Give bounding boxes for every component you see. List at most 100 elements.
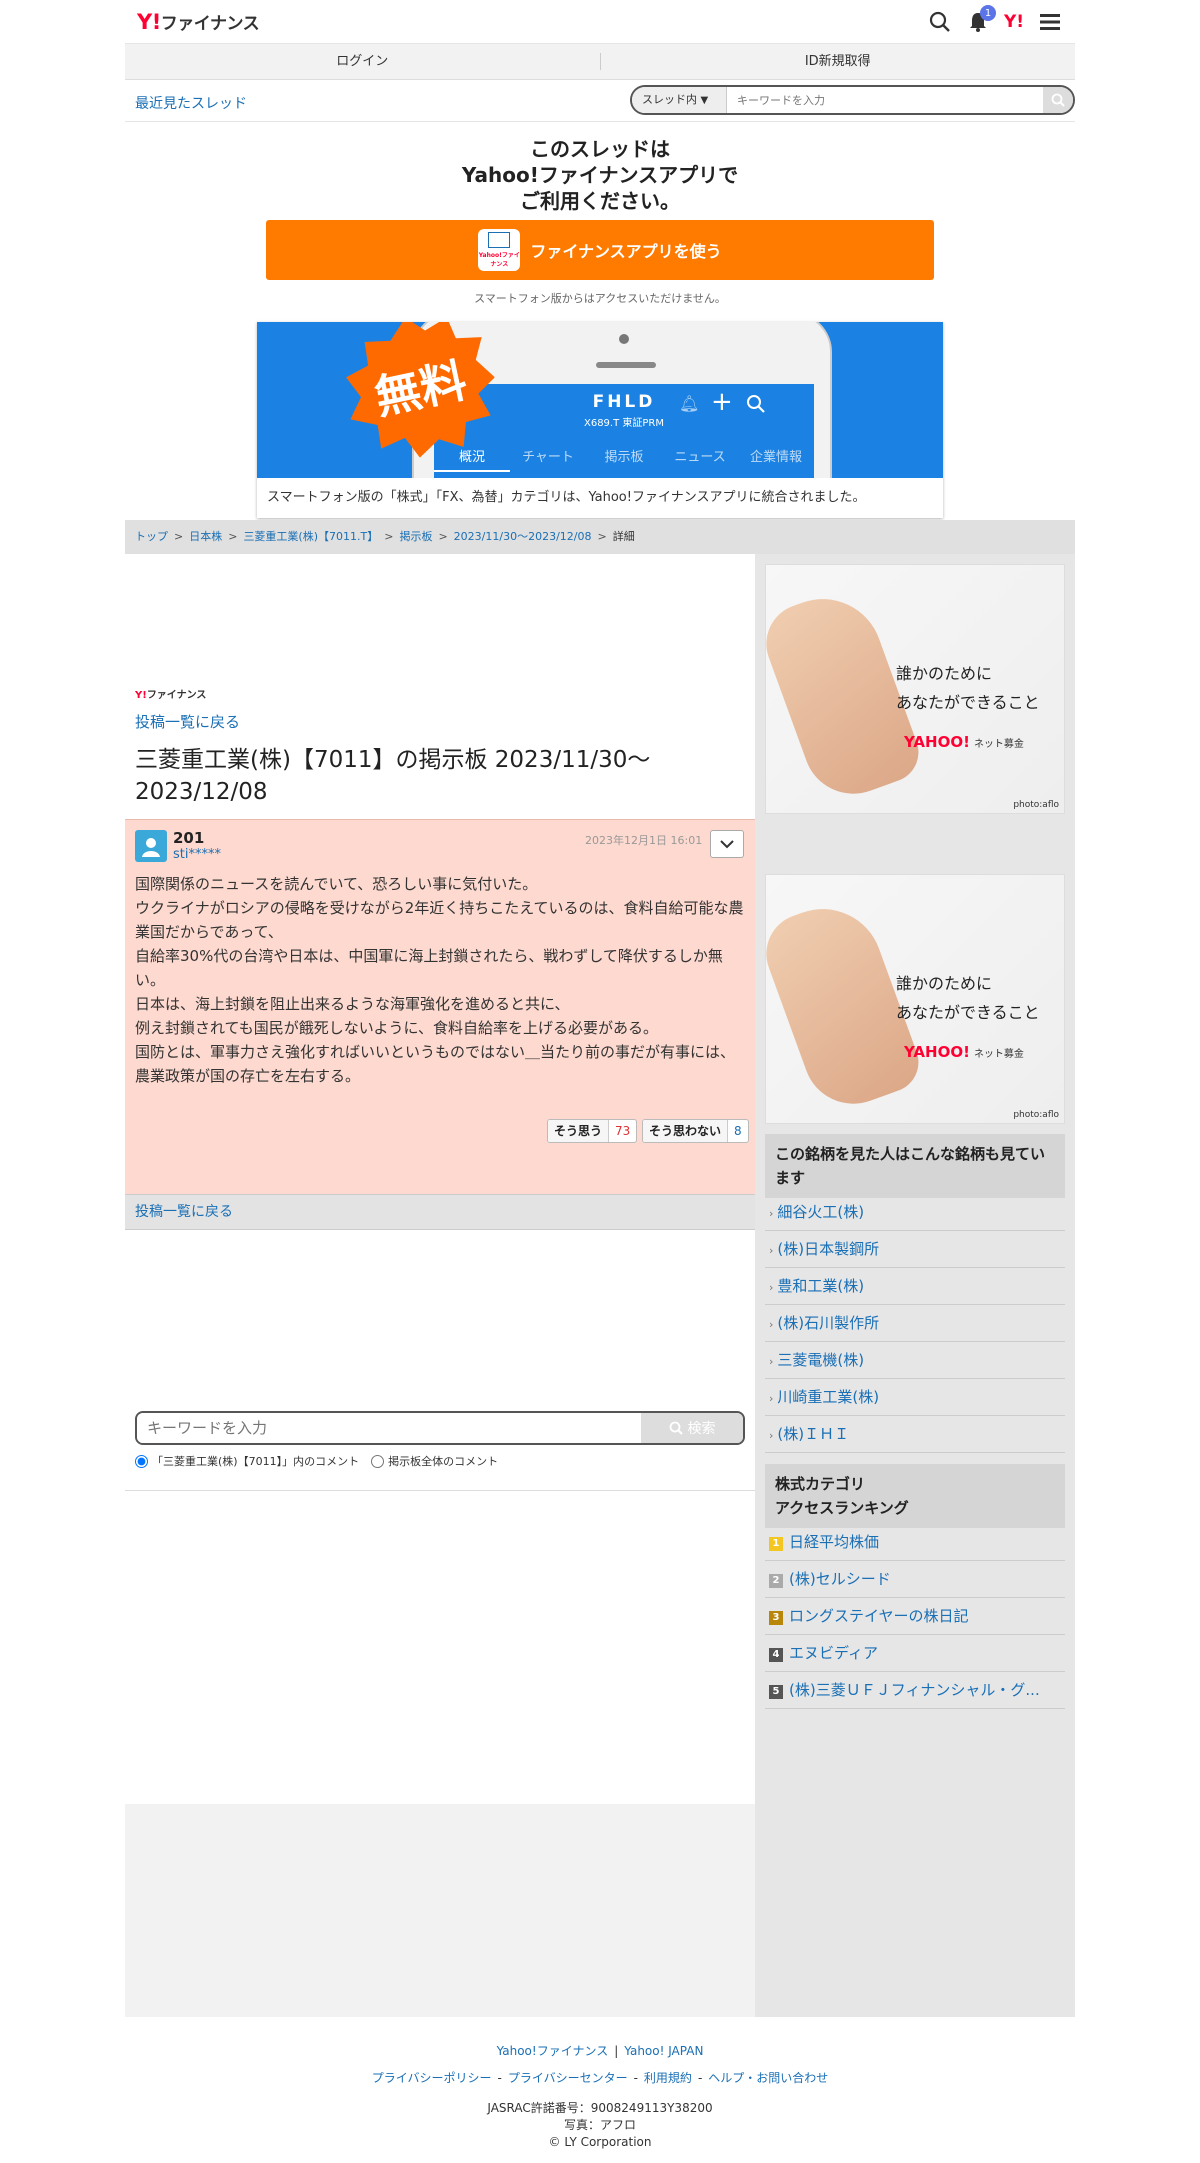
ranking-item[interactable]: 1 日経平均株価 (765, 1524, 1065, 1561)
footer-link[interactable]: ヘルプ・お問い合わせ (708, 2071, 828, 2085)
related-stock-link[interactable]: 三菱電機(株) (777, 1351, 864, 1369)
banner-caption: スマートフォン版の「株式」「FX、為替」カテゴリは、Yahoo!ファイナンスアプ… (257, 478, 943, 518)
rank-badge: 5 (769, 1685, 783, 1699)
bullet-icon: › (769, 1207, 774, 1220)
ranking-item[interactable]: 5 (株)三菱ＵＦＪフィナンシャル・グ... (765, 1672, 1065, 1709)
breadcrumb-item[interactable]: 日本株 (189, 530, 222, 543)
thread-title: 三菱重工業(株)【7011】の掲示板 2023/11/30〜2023/12/08 (135, 747, 651, 805)
related-stock-link[interactable]: (株)ＩＨＩ (777, 1425, 849, 1443)
comment-search-button[interactable]: 検索 (641, 1413, 743, 1443)
ticker-sub: X689.T 東証PRM (583, 418, 664, 429)
list-item[interactable]: › (株)日本製鋼所 (765, 1231, 1065, 1268)
related-stock-link[interactable]: (株)日本製鋼所 (777, 1240, 879, 1258)
logo-text: ファイナンス (146, 690, 207, 701)
open-app-button[interactable]: Yahoo!ファイナンス ファイナンスアプリを使う (266, 220, 934, 280)
scope-option-all[interactable]: 掲示板全体のコメント (371, 1453, 498, 1469)
scope-radio-all[interactable] (371, 1454, 385, 1468)
scope-radio-thread[interactable] (135, 1454, 148, 1468)
yahoo-japan-icon[interactable]: Y! (1001, 9, 1027, 35)
breadcrumb: トップ > 日本株 > 三菱重工業(株)【7011.T】 > 掲示板 >2023/11/30〜… (125, 520, 1075, 554)
search-button[interactable] (1043, 87, 1073, 113)
donation-ad[interactable]: 誰かのために あなたができること YAHOO! ネット募金 photo:aflo (765, 564, 1065, 814)
ranking-link[interactable]: (株)三菱ＵＦＪフィナンシャル・グ... (789, 1681, 1040, 1699)
related-stock-link[interactable]: 細谷火工(株) (777, 1203, 864, 1221)
yahoo-finance-logo[interactable]: Y!ファイナンス (137, 9, 260, 34)
related-stock-link[interactable]: 川崎重工業(株) (777, 1388, 879, 1406)
post-line: 国際関係のニュースを読んでいて、恐ろしい事に気付いた。 (135, 875, 538, 893)
jasrac-notice: JASRAC許諾番号：9008249113Y38200 (487, 2101, 713, 2115)
back-to-list-link[interactable]: 投稿一覧に戻る (135, 711, 240, 732)
ranking-link[interactable]: (株)セルシード (789, 1570, 891, 1588)
ranking-item[interactable]: 4 エヌビディア (765, 1635, 1065, 1672)
ranking-item[interactable]: 3 ロングステイヤーの株日記 (765, 1598, 1065, 1635)
disagree-label: そう思わない (643, 1120, 729, 1142)
footer-link[interactable]: プライバシーポリシー (372, 2071, 492, 2085)
scope-option-thread[interactable]: 「三菱重工業(株)【7011】」内のコメント (135, 1453, 359, 1469)
phone-tab: 企業情報 (749, 450, 802, 465)
ranking-link[interactable]: ロングステイヤーの株日記 (789, 1607, 969, 1625)
recent-threads-link[interactable]: 最近見たスレッド (135, 93, 247, 113)
app-banner[interactable]: FHLD X689.T 東証PRM 🔔︎ + 概況 チャート 掲示板 ニュース … (257, 322, 943, 518)
related-stocks-list: › 細谷火工(株) › (株)日本製鋼所 › 豊和工業(株) › (株)石川製作所 › 三… (765, 1194, 1065, 1453)
footer-link[interactable]: 利用規約 (644, 2071, 692, 2085)
login-link[interactable]: ログイン (125, 44, 600, 79)
agree-button[interactable]: そう思う 73 (547, 1119, 638, 1143)
open-app-label: ファイナンスアプリを使う (530, 242, 722, 261)
donation-ad[interactable]: 誰かのために あなたができること YAHOO! ネット募金 photo:aflo (765, 874, 1065, 1124)
scope-label: 掲示板全体のコメント (388, 1455, 499, 1468)
footer-primary-links: Yahoo!ファイナンス | Yahoo! JAPAN (125, 2042, 1075, 2059)
caret-down-icon: ▼ (700, 95, 709, 106)
list-item[interactable]: › 細谷火工(株) (765, 1194, 1065, 1231)
ranking-link[interactable]: 日経平均株価 (789, 1533, 879, 1551)
list-item[interactable]: › 豊和工業(株) (765, 1268, 1065, 1305)
comment-search-input[interactable] (137, 1413, 641, 1443)
search-icon[interactable] (927, 9, 953, 35)
post-card: 201 sti***** 2023年12月1日 16:01 国際関係のニュースを… (125, 819, 755, 1194)
breadcrumb-item[interactable]: 三菱重工業(株)【7011.T】 (243, 530, 378, 543)
avatar[interactable] (135, 830, 167, 862)
related-stock-link[interactable]: 豊和工業(株) (777, 1277, 864, 1295)
search-icon (669, 1421, 683, 1435)
promo-title-line: Yahoo!ファイナンスアプリで (461, 163, 739, 187)
list-item[interactable]: › 川崎重工業(株) (765, 1379, 1065, 1416)
footer-separator: - (697, 2071, 703, 2085)
back-to-list-link[interactable]: 投稿一覧に戻る (135, 1204, 233, 1220)
post-menu-button[interactable] (710, 830, 744, 858)
divider (125, 1490, 755, 1491)
disagree-button[interactable]: そう思わない 8 (642, 1119, 749, 1143)
search-button-label: 検索 (687, 1421, 716, 1437)
bell-icon[interactable]: 1 (965, 5, 996, 35)
promo-title: このスレッドは Yahoo!ファイナンスアプリで ご利用ください。 (125, 136, 1075, 214)
list-item[interactable]: › (株)ＩＨＩ (765, 1416, 1065, 1453)
footer-link[interactable]: Yahoo! JAPAN (624, 2044, 703, 2058)
agree-count: 73 (615, 1124, 631, 1138)
search-scope-select[interactable]: スレッド内 ▼ (632, 87, 727, 113)
footer-secondary-links: プライバシーポリシー - プライバシーセンター - 利用規約 - ヘルプ・お問い合わせ (125, 2069, 1075, 2086)
post-user[interactable]: sti***** (173, 847, 221, 862)
breadcrumb-item[interactable]: 掲示板 (399, 530, 432, 543)
back-bar: 投稿一覧に戻る (125, 1194, 755, 1230)
logo-mark: Y! (135, 690, 147, 701)
breadcrumb-item[interactable]: 2023/11/30〜2023/12/08 (454, 530, 592, 543)
copyright: © LY Corporation (548, 2135, 652, 2149)
site-header: Y!ファイナンス 1 Y! (125, 0, 1075, 44)
ranking-link[interactable]: エヌビディア (789, 1644, 878, 1662)
search-icon (1051, 93, 1065, 107)
menu-icon[interactable] (1037, 9, 1063, 35)
footer-link[interactable]: Yahoo!ファイナンス (497, 2044, 609, 2058)
rank-badge: 4 (769, 1648, 783, 1662)
finance-app-icon: Yahoo!ファイナンス (478, 229, 521, 271)
list-item[interactable]: › 三菱電機(株) (765, 1342, 1065, 1379)
related-stock-link[interactable]: (株)石川製作所 (777, 1314, 879, 1332)
breadcrumb-item[interactable]: トップ (135, 530, 168, 543)
search-scope-label: スレッド内 (642, 93, 697, 106)
breadcrumb-separator: > (384, 530, 394, 543)
ranking-item[interactable]: 2 (株)セルシード (765, 1561, 1065, 1598)
footer-link[interactable]: プライバシーセンター (508, 2071, 628, 2085)
search-input[interactable] (727, 87, 1043, 113)
phone-tab: ニュース (674, 450, 726, 465)
scope-label: 「三菱重工業(株)【7011】」内のコメント (152, 1455, 360, 1468)
register-link[interactable]: ID新規取得 (601, 44, 1076, 79)
list-item[interactable]: › (株)石川製作所 (765, 1305, 1065, 1342)
phone-tab: 掲示板 (604, 450, 644, 465)
